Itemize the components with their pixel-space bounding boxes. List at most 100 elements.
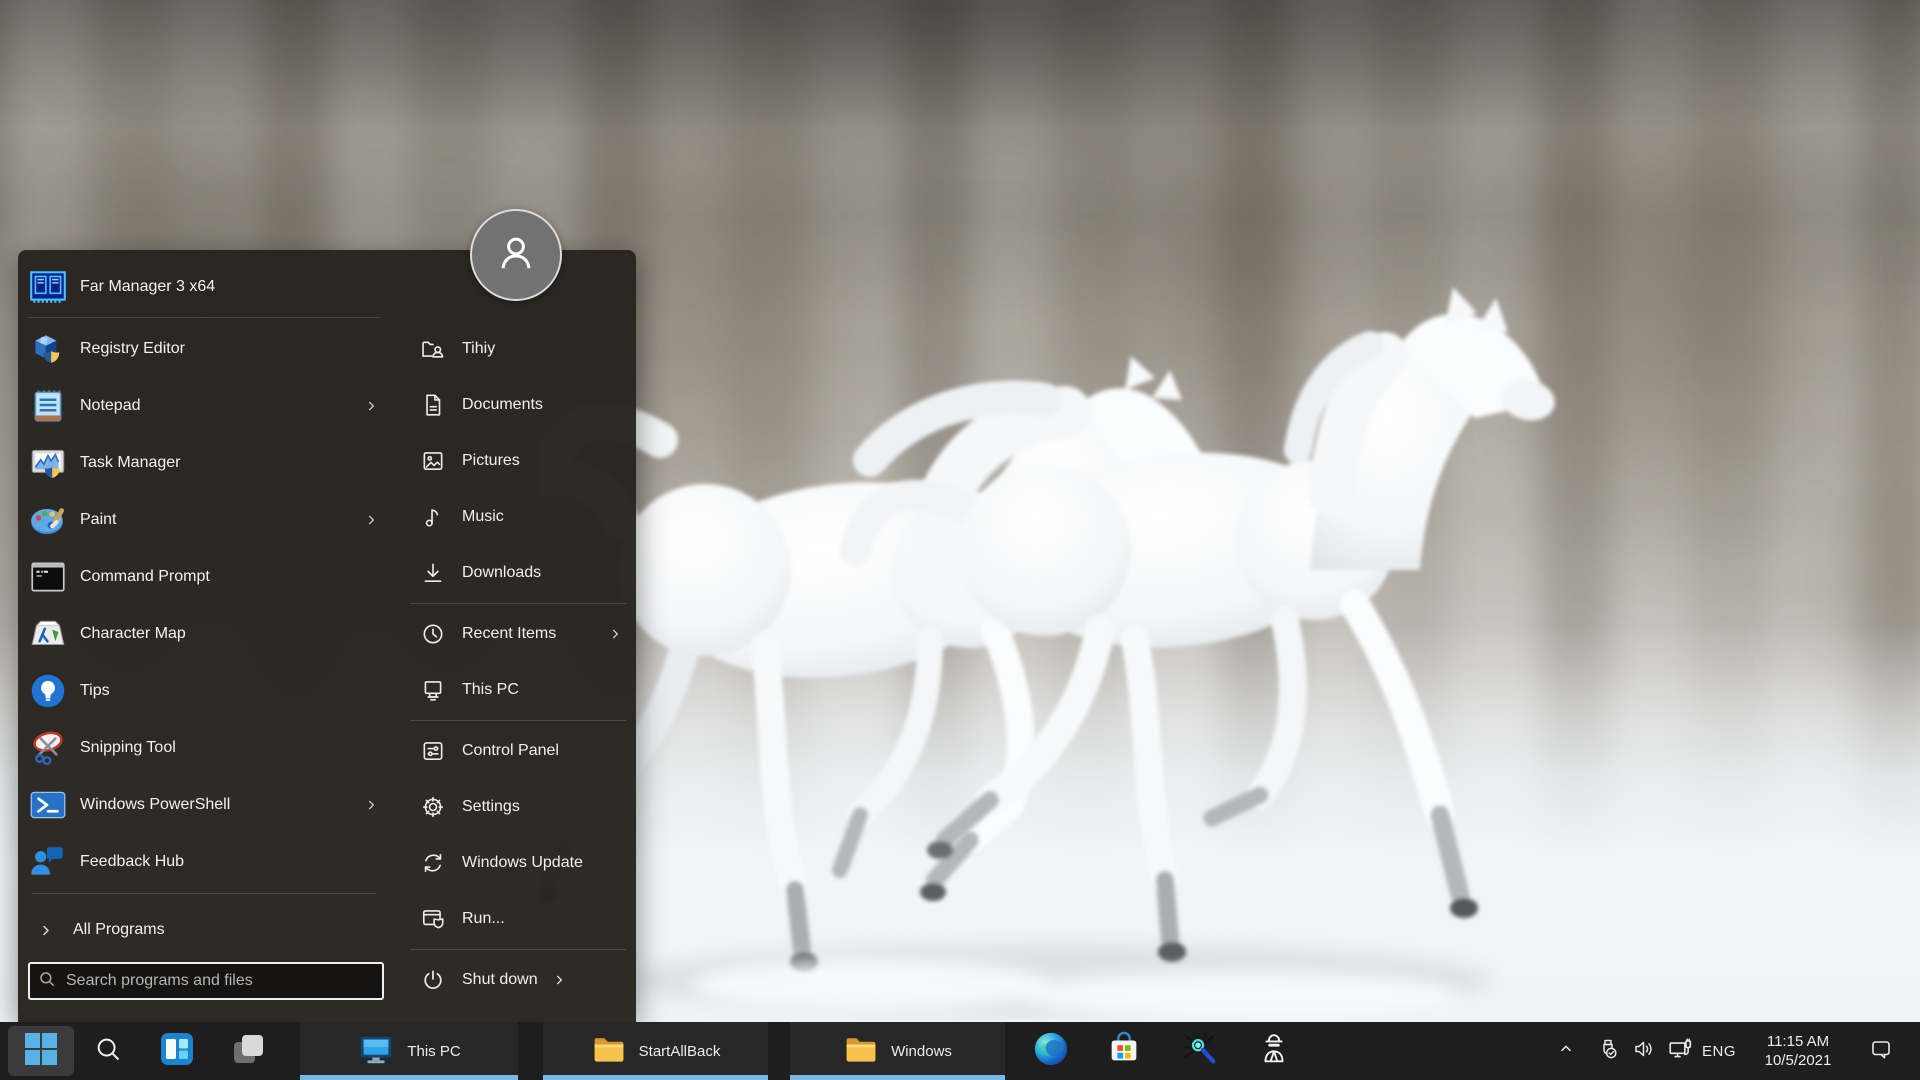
start-menu-item-this-pc[interactable]: This PC — [400, 662, 636, 718]
feedback-hub-icon — [26, 840, 70, 884]
language-indicator[interactable]: ENG — [1700, 1022, 1738, 1080]
menu-item-label: Command Prompt — [80, 567, 210, 585]
start-menu-item-paint[interactable]: Paint — [18, 491, 390, 548]
clock-date: 10/5/2021 — [1764, 1052, 1832, 1069]
start-menu-item-downloads[interactable]: Downloads — [400, 545, 636, 601]
taskbar: This PC StartAllBack Windows ENG 11:15 A… — [0, 1022, 1920, 1080]
start-menu-item-command-prompt[interactable]: Command Prompt — [18, 548, 390, 605]
usb-safely-remove-button[interactable] — [1592, 1022, 1624, 1080]
chevron-right-icon — [364, 399, 378, 413]
windows-update-icon — [420, 850, 446, 876]
desktop: Far Manager 3 x64 Registry Editor Notepa… — [0, 0, 1920, 1080]
menu-item-label: Task Manager — [80, 453, 181, 471]
task-view-button[interactable] — [226, 1022, 270, 1080]
taskbar-window-windows[interactable]: Windows — [790, 1022, 1005, 1080]
notifications-button[interactable] — [1862, 1022, 1900, 1080]
network-display-button[interactable] — [1662, 1022, 1698, 1080]
menu-item-label: Far Manager 3 x64 — [80, 277, 216, 295]
taskbar-window-label: Windows — [891, 1042, 952, 1060]
shut-down-button[interactable]: Shut down — [400, 952, 636, 1008]
agent-button[interactable] — [1251, 1022, 1297, 1080]
all-programs-button[interactable]: All Programs — [18, 908, 390, 952]
control-panel-icon — [420, 738, 446, 764]
start-menu-item-character-map[interactable]: Character Map — [18, 605, 390, 662]
volume-icon — [1632, 1037, 1656, 1066]
start-menu-item-recent-items[interactable]: Recent Items — [400, 606, 636, 662]
pictures-icon — [420, 448, 446, 474]
start-menu-item-tips[interactable]: Tips — [18, 662, 390, 719]
menu-item-label: Windows Update — [462, 854, 583, 871]
tray-expand-button[interactable] — [1551, 1022, 1581, 1080]
start-menu-item-windows-update[interactable]: Windows Update — [400, 835, 636, 891]
separator — [32, 893, 376, 894]
volume-button[interactable] — [1628, 1022, 1660, 1080]
widgets-icon — [159, 1031, 195, 1072]
start-menu-item-far-manager[interactable]: Far Manager 3 x64 — [18, 258, 390, 315]
start-menu-item-feedback-hub[interactable]: Feedback Hub — [18, 833, 390, 890]
menu-item-label: Downloads — [462, 564, 542, 581]
all-programs-label: All Programs — [73, 921, 165, 938]
menu-item-label: Recent Items — [462, 625, 557, 642]
taskbar-window-this-pc[interactable]: This PC — [300, 1022, 518, 1080]
menu-item-label: This PC — [462, 681, 519, 698]
start-menu-item-user-folder[interactable]: Tihiy — [400, 321, 636, 377]
registry-editor-icon — [26, 327, 70, 371]
powershell-icon — [26, 783, 70, 827]
start-menu-item-music[interactable]: Music — [400, 489, 636, 545]
taskbar-search-button[interactable] — [87, 1022, 129, 1080]
start-menu-item-task-manager[interactable]: Task Manager — [18, 434, 390, 491]
start-menu-item-snipping-tool[interactable]: Snipping Tool — [18, 719, 390, 776]
microsoft-store-button[interactable] — [1101, 1022, 1147, 1080]
chevron-right-icon — [608, 627, 622, 641]
start-menu-item-control-panel[interactable]: Control Panel — [400, 723, 636, 779]
paint-icon — [26, 498, 70, 542]
clock[interactable]: 11:15 AM 10/5/2021 — [1745, 1022, 1851, 1080]
search-box[interactable] — [28, 962, 384, 1000]
this-pc-monitor-icon — [357, 1030, 395, 1073]
taskbar-window-startallback[interactable]: StartAllBack — [543, 1022, 768, 1080]
chevron-right-icon — [38, 923, 53, 938]
microsoft-store-icon — [1105, 1030, 1143, 1073]
taskbar-window-label: This PC — [407, 1042, 461, 1060]
run-icon — [420, 906, 446, 932]
separator — [410, 603, 626, 604]
chevron-right-icon — [552, 973, 566, 987]
start-menu-item-pictures[interactable]: Pictures — [400, 433, 636, 489]
search-input[interactable] — [64, 971, 374, 991]
search-area — [28, 962, 384, 1000]
start-menu-item-settings[interactable]: Settings — [400, 779, 636, 835]
start-menu-item-windows-powershell[interactable]: Windows PowerShell — [18, 776, 390, 833]
menu-item-label: Documents — [462, 396, 543, 413]
language-label: ENG — [1701, 1042, 1736, 1060]
menu-item-label: Snipping Tool — [80, 738, 176, 756]
recent-items-icon — [420, 621, 446, 647]
menu-item-label: Windows PowerShell — [80, 795, 231, 813]
folder-icon — [591, 1031, 627, 1072]
tips-icon — [26, 669, 70, 713]
start-menu-item-documents[interactable]: Documents — [400, 377, 636, 433]
snipping-tool-icon — [26, 726, 70, 770]
widgets-button[interactable] — [156, 1022, 198, 1080]
chevron-right-icon — [364, 513, 378, 527]
separator — [410, 949, 626, 950]
settings-gear-icon — [420, 794, 446, 820]
menu-item-label: Feedback Hub — [80, 852, 185, 870]
taskbar-window-label: StartAllBack — [638, 1042, 721, 1060]
menu-item-label: Tihiy — [462, 340, 496, 357]
start-menu-item-notepad[interactable]: Notepad — [18, 377, 390, 434]
notifications-icon — [1869, 1037, 1893, 1066]
start-menu-item-registry-editor[interactable]: Registry Editor — [18, 320, 390, 377]
menu-item-label: Registry Editor — [80, 339, 185, 357]
start-menu-item-run[interactable]: Run... — [400, 891, 636, 947]
menu-item-label: Tips — [80, 681, 110, 699]
separator — [28, 317, 380, 318]
start-icon — [24, 1032, 58, 1071]
menu-item-label: Music — [462, 508, 504, 525]
spyware-scanner-icon — [1180, 1030, 1218, 1073]
task-view-icon — [230, 1031, 266, 1072]
start-button[interactable] — [8, 1026, 74, 1076]
edge-button[interactable] — [1028, 1022, 1074, 1080]
spyware-scanner-button[interactable] — [1176, 1022, 1222, 1080]
edge-icon — [1032, 1030, 1070, 1073]
search-icon — [94, 1035, 122, 1068]
